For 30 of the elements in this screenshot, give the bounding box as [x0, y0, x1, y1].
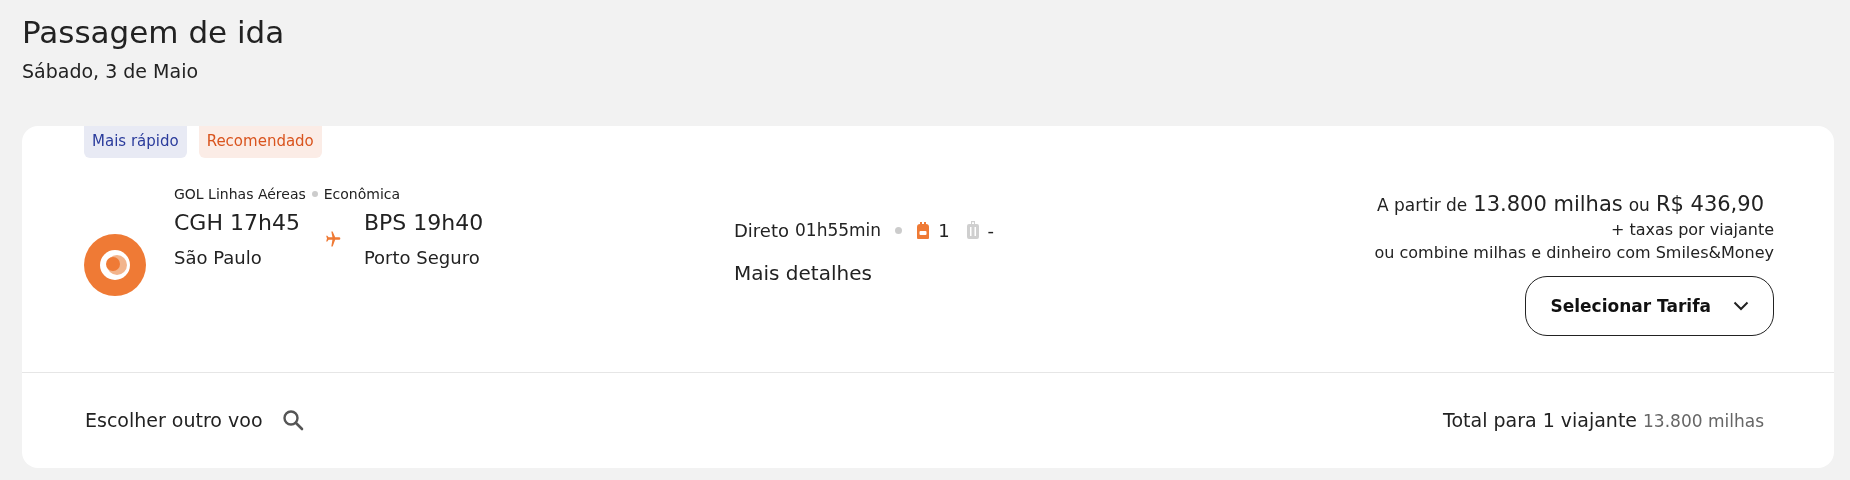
- airline-logo-icon: [84, 233, 146, 296]
- departure-city: São Paulo: [174, 246, 263, 268]
- details-link[interactable]: Mais detalhes: [734, 260, 872, 285]
- arrival-city: Porto Seguro: [363, 246, 481, 268]
- tag: Mais rápido: [84, 126, 187, 158]
- combine-note: ou combine milhas e dinheiro com Smiles&Money: [1374, 242, 1774, 262]
- departure-time: CGH 17h45: [174, 209, 300, 235]
- choose-other-flight-button[interactable]: Escolher outro voo: [82, 408, 305, 433]
- page-title: Passagem de ida: [22, 13, 286, 52]
- taxes-note: + taxas por viajante: [1610, 219, 1774, 239]
- chevron-down-icon: [1733, 300, 1749, 311]
- search-icon: [280, 408, 305, 433]
- arrival-time: BPS 19h40: [363, 209, 484, 235]
- separator-dot: [895, 226, 903, 234]
- date-subtitle: Sábado, 3 de Maio: [22, 60, 200, 82]
- total-label: Total para 1 viajante: [1443, 409, 1638, 432]
- miles-price: 13.800 milhas: [1473, 191, 1623, 216]
- baggage-count: -: [987, 219, 995, 241]
- baggage-count: 1: [938, 219, 950, 241]
- flight-duration: 01h55min: [795, 220, 882, 241]
- cabin-class: Econômica: [323, 185, 401, 202]
- price-or: ou: [1628, 194, 1650, 215]
- airline-name: GOL Linhas Aéreas: [174, 185, 306, 202]
- money-price: R$ 436,90: [1655, 191, 1764, 216]
- tag: Recomendado: [198, 126, 322, 158]
- select-fare-button[interactable]: Selecionar Tarifa: [1525, 275, 1774, 336]
- total-miles: 13.800 milhas: [1643, 411, 1764, 432]
- separator-dot: [311, 190, 318, 197]
- price-prefix: A partir de: [1377, 194, 1468, 215]
- stops-label: Direto: [734, 219, 789, 241]
